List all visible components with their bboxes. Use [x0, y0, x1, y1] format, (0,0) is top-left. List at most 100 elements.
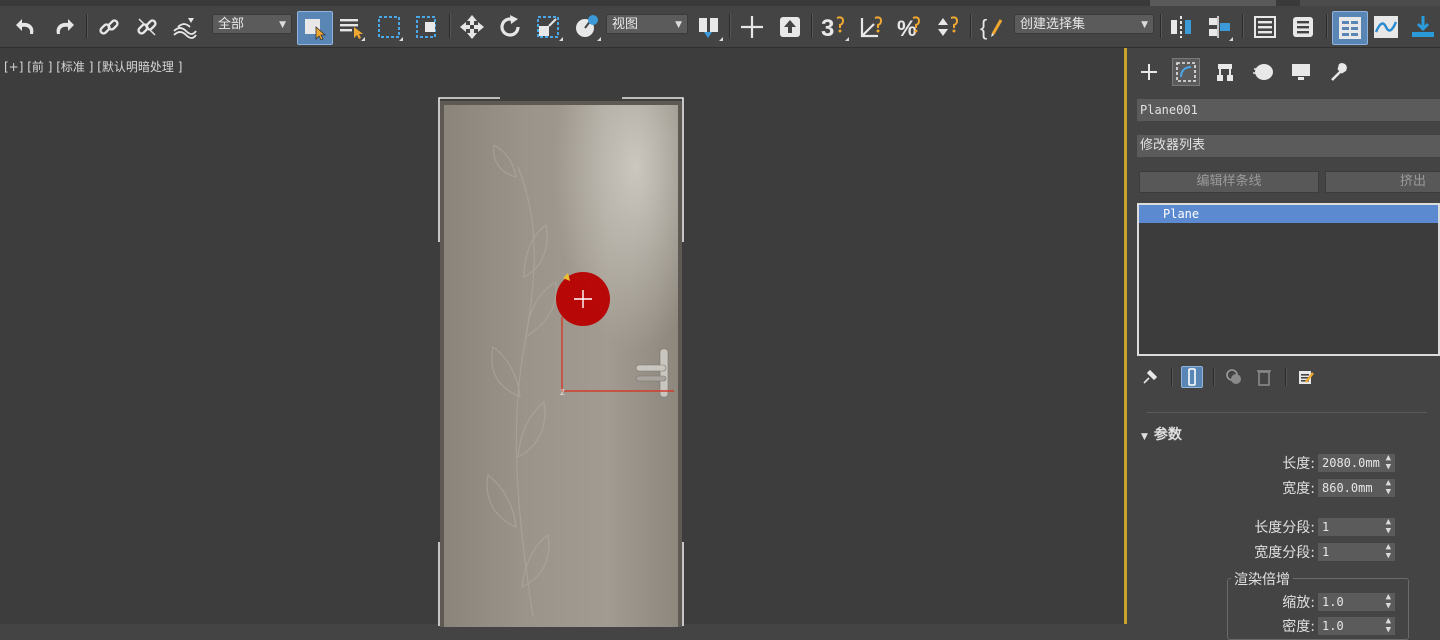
length-segs-value: 1 [1322, 520, 1330, 534]
create-tab-icon[interactable] [1135, 58, 1163, 86]
length-value: 2080.0mm [1322, 456, 1380, 470]
select-object-button[interactable] [297, 11, 333, 45]
reference-coordinate-dropdown[interactable]: 视图 ▼ [606, 14, 688, 34]
front-viewport[interactable]: [+] [前 ] [标准 ] [默认明暗处理 ] z [0, 48, 1127, 627]
ribbon-toggle-button[interactable] [1332, 11, 1368, 45]
svg-text:%: % [897, 16, 917, 40]
toolbar-separator [970, 14, 972, 38]
width-segs-spinner[interactable]: 1 ▲ ▼ [1318, 543, 1395, 561]
named-selection-dropdown[interactable]: 创建选择集 ▼ [1014, 14, 1154, 34]
workspace-tab[interactable] [1300, 0, 1440, 6]
select-and-manipulate-icon[interactable] [736, 12, 768, 42]
align-icon[interactable] [1204, 12, 1234, 42]
configure-modifier-sets-icon[interactable] [1295, 366, 1317, 388]
width-value: 860.0mm [1322, 481, 1373, 495]
flyout-corner [845, 37, 849, 41]
spinner-arrows-icon[interactable]: ▲ ▼ [1386, 543, 1391, 561]
window-crossing-icon[interactable] [412, 12, 442, 42]
density-value: 1.0 [1322, 619, 1344, 633]
rectangular-selection-icon[interactable] [374, 12, 404, 42]
spinner-arrows-icon[interactable]: ▲ ▼ [1386, 593, 1391, 611]
curve-editor-icon[interactable] [1370, 12, 1402, 42]
density-spinner[interactable]: 1.0 ▲ ▼ [1318, 617, 1395, 635]
render-multipliers-title: 渲染倍增 [1231, 569, 1293, 589]
modifier-list-dropdown[interactable]: 修改器列表 [1137, 135, 1440, 157]
percent-snap-icon[interactable]: % [894, 12, 926, 42]
flyout-corner [719, 37, 723, 41]
snaps-toggle-icon[interactable]: 3 [818, 12, 850, 42]
toolbar-separator [86, 14, 88, 38]
width-segs-label: 宽度分段: [1254, 545, 1315, 561]
extrude-button[interactable]: 挤出 [1325, 171, 1440, 193]
spinner-arrows-icon[interactable]: ▲ ▼ [1386, 454, 1391, 472]
parameters-rollout[interactable]: ▼ 参数 [1141, 424, 1182, 444]
keyboard-shortcut-override-icon[interactable] [774, 12, 806, 42]
chevron-down-icon: ▼ [279, 20, 286, 30]
remove-modifier-icon[interactable] [1253, 366, 1275, 388]
stack-item-plane[interactable]: Plane [1139, 205, 1438, 223]
object-name-field[interactable]: Plane001 [1137, 99, 1440, 121]
selection-filter-dropdown[interactable]: 全部 ▼ [212, 14, 292, 34]
move-icon[interactable] [456, 12, 488, 42]
panel-divider [1147, 412, 1427, 413]
show-end-result-icon[interactable] [1181, 366, 1203, 388]
spinner-arrows-icon[interactable]: ▲ ▼ [1386, 617, 1391, 635]
angle-snap-icon[interactable] [856, 12, 888, 42]
length-segs-label: 长度分段: [1254, 520, 1315, 536]
pin-stack-icon[interactable] [1139, 366, 1161, 388]
door-image: z [438, 97, 684, 627]
schematic-view-icon[interactable] [1408, 12, 1438, 42]
command-panel: Plane001 修改器列表 编辑样条线 挤出 Plane ▼ 参数 长度: 20… [1127, 48, 1440, 640]
place-icon[interactable] [570, 12, 602, 42]
flyout-corner [559, 37, 563, 41]
hierarchy-tab-icon[interactable] [1211, 58, 1239, 86]
toolbar-separator [1213, 368, 1215, 386]
length-label: 长度: [1282, 456, 1315, 472]
spinner-snap-icon[interactable] [932, 12, 964, 42]
edit-spline-button[interactable]: 编辑样条线 [1139, 171, 1319, 193]
modify-tab-icon[interactable] [1172, 58, 1200, 86]
toolbar-separator [1326, 14, 1328, 38]
spinner-arrows-icon[interactable]: ▲ ▼ [1386, 518, 1391, 536]
spinner-arrows-icon[interactable]: ▲ ▼ [1386, 479, 1391, 497]
selection-filter-value: 全部 [218, 17, 245, 32]
layer-explorer-icon[interactable] [1288, 12, 1318, 42]
undo-icon[interactable] [10, 12, 42, 42]
flyout-corner [399, 37, 403, 41]
reference-coordinate-value: 视图 [612, 17, 639, 32]
unlink-icon[interactable] [132, 12, 162, 42]
pivot-center-icon[interactable] [692, 12, 724, 42]
length-segs-spinner[interactable]: 1 ▲ ▼ [1318, 518, 1395, 536]
scale-spinner[interactable]: 1.0 ▲ ▼ [1318, 593, 1395, 611]
width-segs-value: 1 [1322, 545, 1330, 559]
toolbar-separator [1160, 14, 1162, 38]
length-spinner[interactable]: 2080.0mm ▲ ▼ [1318, 454, 1395, 472]
toolbar-separator [1242, 14, 1244, 38]
scale-icon[interactable] [532, 12, 564, 42]
viewport-label[interactable]: [+] [前 ] [标准 ] [默认明暗处理 ] [4, 58, 182, 75]
workspace-tab[interactable] [1150, 0, 1276, 6]
select-by-name-icon[interactable] [336, 12, 366, 42]
scale-label: 缩放: [1282, 595, 1315, 611]
density-label: 密度: [1282, 619, 1315, 635]
edit-named-selection-icon[interactable]: { [978, 12, 1008, 42]
svg-text:{: { [980, 15, 987, 40]
mirror-icon[interactable] [1166, 12, 1196, 42]
chevron-down-icon: ▼ [675, 20, 682, 30]
motion-tab-icon[interactable] [1249, 58, 1277, 86]
link-icon[interactable] [94, 12, 124, 42]
make-unique-icon[interactable] [1223, 366, 1245, 388]
door-plane-object[interactable]: z [438, 97, 684, 627]
flyout-corner [597, 37, 601, 41]
display-tab-icon[interactable] [1287, 58, 1315, 86]
svg-text:3: 3 [821, 15, 834, 40]
scene-explorer-icon[interactable] [1250, 12, 1280, 42]
toolbar-separator [1171, 368, 1173, 386]
redo-icon[interactable] [48, 12, 80, 42]
rotate-icon[interactable] [494, 12, 526, 42]
top-tab-strip [0, 0, 1440, 6]
modifier-stack[interactable]: Plane [1137, 203, 1440, 356]
bind-space-warp-icon[interactable] [170, 12, 200, 42]
utilities-tab-icon[interactable] [1325, 58, 1353, 86]
width-spinner[interactable]: 860.0mm ▲ ▼ [1318, 479, 1395, 497]
